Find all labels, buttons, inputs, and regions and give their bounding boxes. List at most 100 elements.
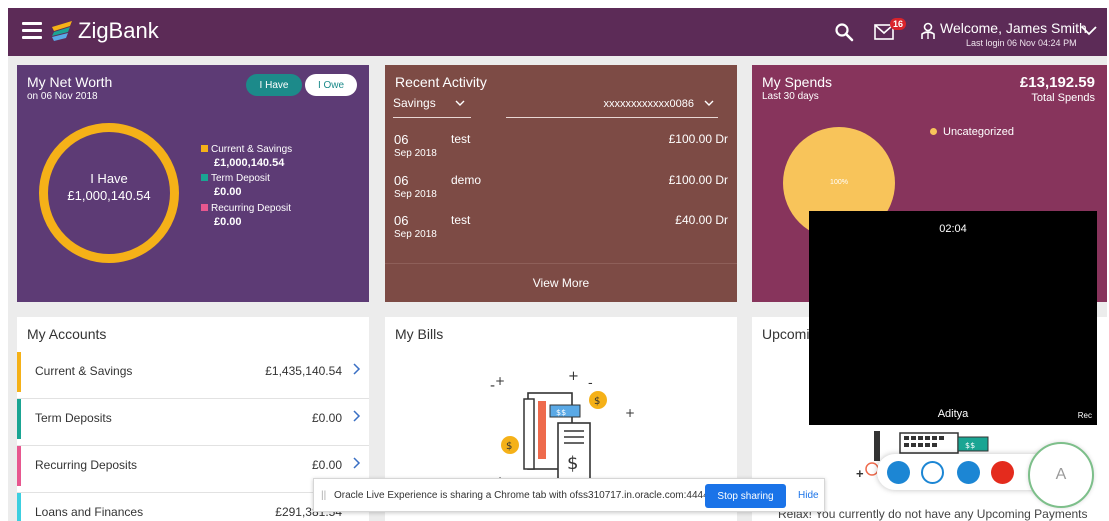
- accounts-title: My Accounts: [27, 326, 107, 342]
- menu-icon[interactable]: [22, 22, 42, 40]
- mute-toggle-button[interactable]: [921, 461, 944, 484]
- account-row-current-savings[interactable]: Current & Savings £1,435,140.54: [17, 352, 369, 399]
- net-worth-card: My Net Worth on 06 Nov 2018 I Have I Owe…: [17, 65, 369, 302]
- i-have-toggle[interactable]: I Have: [246, 74, 302, 96]
- welcome-text[interactable]: Welcome, James Smith: [940, 20, 1087, 36]
- screen-sharing-bar: || Oracle Live Experience is sharing a C…: [313, 478, 825, 512]
- legend-swatch: [201, 145, 208, 152]
- legend-label: Term Deposit: [211, 173, 270, 184]
- recent-activity-card: Recent Activity Savings xxxxxxxxxxxx0086…: [385, 65, 737, 302]
- net-worth-date: on 06 Nov 2018: [27, 91, 98, 102]
- transaction-day: 06: [394, 173, 409, 188]
- plus-icon: +: [856, 466, 864, 481]
- account-color-bar: [17, 399, 21, 439]
- svg-text:$$: $$: [556, 408, 566, 417]
- account-amount: £0.00: [311, 411, 342, 425]
- view-more-button[interactable]: View More: [385, 263, 737, 302]
- svg-text:$: $: [594, 396, 600, 407]
- legend-label: Current & Savings: [211, 144, 293, 155]
- transaction-month: Sep 2018: [394, 189, 437, 200]
- bills-title: My Bills: [395, 326, 444, 342]
- legend-item-uncategorized: Uncategorized: [930, 126, 1014, 138]
- video-call-window[interactable]: 02:04 Aditya Rec: [809, 211, 1097, 425]
- transaction-description: demo: [451, 173, 482, 187]
- video-toggle-button[interactable]: [887, 461, 910, 484]
- transaction-day: 06: [394, 213, 409, 228]
- bills-illustration-icon: - + + - + + $$ $ $ $: [490, 369, 635, 485]
- stop-sharing-button[interactable]: Stop sharing: [705, 484, 786, 508]
- screen-share-button[interactable]: [957, 461, 980, 484]
- legend-swatch: [201, 204, 208, 211]
- end-call-button[interactable]: [991, 461, 1014, 484]
- total-spends-amount: £13,192.59: [1019, 74, 1095, 91]
- transaction-row: 06 Sep 2018 test £100.00 Dr: [394, 132, 728, 170]
- donut-value: £1,000,140.54: [67, 188, 151, 203]
- transaction-amount: £100.00 Dr: [668, 173, 728, 187]
- legend-value: £0.00: [214, 186, 242, 198]
- total-spends-label: Total Spends: [1031, 92, 1095, 104]
- account-type-select[interactable]: Savings: [393, 96, 471, 118]
- transaction-amount: £100.00 Dr: [668, 132, 728, 146]
- account-color-bar: [17, 446, 21, 486]
- svg-text:+: +: [568, 369, 579, 384]
- account-number-select[interactable]: xxxxxxxxxxxx0086: [506, 96, 718, 118]
- legend-item-recurring-deposit: Recurring Deposit: [201, 203, 291, 214]
- spends-period: Last 30 days: [762, 91, 819, 102]
- legend-item-term-deposit: Term Deposit: [201, 173, 270, 184]
- chevron-down-icon: [704, 100, 714, 106]
- pie-percent-label: 100%: [830, 179, 848, 186]
- recent-activity-title: Recent Activity: [395, 74, 487, 90]
- call-timer: 02:04: [939, 223, 967, 235]
- chevron-right-icon[interactable]: [353, 457, 361, 469]
- legend-value: £1,000,140.54: [214, 157, 285, 169]
- chevron-right-icon[interactable]: [353, 363, 361, 375]
- legend-value: £0.00: [214, 216, 242, 228]
- upcoming-title: Upcomi: [762, 326, 810, 342]
- top-bar: ZigBank 16 Welcome, James Smith Last log…: [8, 8, 1107, 56]
- last-login-text: Last login 06 Nov 04:24 PM: [966, 38, 1077, 48]
- drag-handle-icon[interactable]: ||: [321, 490, 326, 501]
- account-type-value: Savings: [393, 96, 436, 110]
- svg-text:+: +: [625, 406, 635, 420]
- brand-name: ZigBank: [78, 18, 159, 43]
- svg-text:+: +: [495, 374, 505, 388]
- agent-avatar[interactable]: A: [1028, 442, 1094, 508]
- transaction-row: 06 Sep 2018 test £40.00 Dr: [394, 213, 728, 251]
- transaction-description: test: [451, 132, 471, 146]
- account-color-bar: [17, 493, 21, 521]
- page: ZigBank 16 Welcome, James Smith Last log…: [8, 8, 1107, 521]
- transaction-month: Sep 2018: [394, 229, 437, 240]
- svg-text:$: $: [506, 441, 512, 452]
- caller-name: Aditya: [937, 408, 969, 420]
- svg-text:$$: $$: [965, 441, 975, 450]
- legend-label: Recurring Deposit: [211, 203, 292, 214]
- account-name: Current & Savings: [35, 364, 133, 378]
- user-icon: [921, 22, 935, 39]
- account-amount: £0.00: [311, 458, 342, 472]
- account-row-term-deposits[interactable]: Term Deposits £0.00: [17, 399, 369, 446]
- account-name: Loans and Finances: [35, 505, 144, 519]
- legend-label: Uncategorized: [943, 126, 1014, 138]
- transaction-month: Sep 2018: [394, 148, 437, 159]
- chevron-right-icon[interactable]: [353, 410, 361, 422]
- hide-button[interactable]: Hide: [798, 490, 819, 501]
- zigbank-logo-icon: [52, 21, 72, 41]
- sharing-message: Oracle Live Experience is sharing a Chro…: [334, 490, 712, 501]
- mail-count-badge: 16: [890, 18, 907, 30]
- transaction-day: 06: [394, 132, 409, 147]
- account-color-bar: [17, 352, 21, 392]
- donut-label: I Have: [90, 171, 128, 186]
- transaction-amount: £40.00 Dr: [675, 213, 728, 227]
- net-worth-title: My Net Worth: [27, 74, 113, 90]
- legend-swatch: [201, 174, 208, 181]
- legend-dot: [930, 128, 937, 135]
- legend-item-current-savings: Current & Savings: [201, 144, 292, 155]
- search-icon[interactable]: [834, 22, 854, 42]
- svg-text:-: -: [588, 376, 593, 391]
- i-owe-toggle[interactable]: I Owe: [305, 74, 357, 96]
- chevron-down-icon[interactable]: [1081, 26, 1097, 36]
- spends-title: My Spends: [762, 74, 833, 90]
- account-name: Term Deposits: [35, 411, 112, 425]
- svg-text:$: $: [567, 453, 578, 474]
- chevron-down-icon: [455, 100, 465, 106]
